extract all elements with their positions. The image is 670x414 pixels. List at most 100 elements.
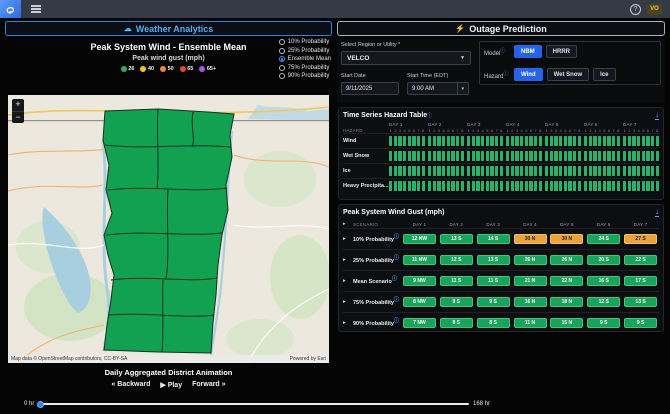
hazard-toggle[interactable]: Wind <box>514 68 543 81</box>
backward-button[interactable]: « Backward <box>111 381 150 389</box>
hazard-cell[interactable] <box>603 181 606 191</box>
hazard-cell[interactable] <box>500 136 503 146</box>
hazard-cell[interactable] <box>403 136 406 146</box>
gust-value-pill[interactable]: 16 N <box>514 297 547 307</box>
hazard-cell[interactable] <box>593 136 596 146</box>
hazard-cell[interactable] <box>467 166 470 176</box>
hazard-cell[interactable] <box>467 136 470 146</box>
hazard-toggle[interactable]: Ice <box>593 68 615 81</box>
hazard-cell[interactable] <box>442 151 445 161</box>
hazard-cell[interactable] <box>539 166 542 176</box>
hazard-cell[interactable] <box>490 181 493 191</box>
hazard-cell[interactable] <box>511 151 514 161</box>
hazard-cell[interactable] <box>472 136 475 146</box>
hazard-cell[interactable] <box>598 151 601 161</box>
timeline-track[interactable] <box>38 403 469 405</box>
hazard-cell[interactable] <box>506 166 509 176</box>
hazard-cell[interactable] <box>656 151 659 161</box>
hazard-cell[interactable] <box>486 136 489 146</box>
hazard-cell[interactable] <box>437 166 440 176</box>
hazard-cell[interactable] <box>628 166 631 176</box>
gust-value-pill[interactable]: 9 S <box>624 318 657 328</box>
download-icon[interactable]: ↓ <box>655 208 659 217</box>
gust-value-pill[interactable]: 22 N <box>550 276 583 286</box>
hazard-cell[interactable] <box>389 151 392 161</box>
hazard-cell[interactable] <box>584 166 587 176</box>
hazard-cell[interactable] <box>451 181 454 191</box>
hazard-cell[interactable] <box>433 166 436 176</box>
hazard-cell[interactable] <box>476 151 479 161</box>
forward-button[interactable]: Forward » <box>192 381 225 389</box>
scenario-info-icon[interactable]: ⓘ <box>394 318 399 324</box>
hazard-cell[interactable] <box>422 151 425 161</box>
hazard-cell[interactable] <box>559 136 562 146</box>
expand-row-icon[interactable]: ▸ <box>343 236 353 242</box>
hazard-cell[interactable] <box>422 181 425 191</box>
hazard-cell[interactable] <box>632 151 635 161</box>
gust-value-pill[interactable]: 21 N <box>514 276 547 286</box>
hazard-cell[interactable] <box>398 136 401 146</box>
hazard-cell[interactable] <box>545 136 548 146</box>
gust-value-pill[interactable]: 26 N <box>514 255 547 265</box>
hazard-cell[interactable] <box>525 181 528 191</box>
hazard-cell[interactable] <box>525 166 528 176</box>
hazard-cell[interactable] <box>428 181 431 191</box>
gust-value-pill[interactable]: 16 S <box>587 276 620 286</box>
hazard-cell[interactable] <box>550 166 553 176</box>
hazard-cell[interactable] <box>515 166 518 176</box>
hazard-cell[interactable] <box>456 166 459 176</box>
hazard-cell[interactable] <box>467 181 470 191</box>
user-avatar[interactable]: VO <box>647 4 662 15</box>
hazard-cell[interactable] <box>408 151 411 161</box>
gust-value-pill[interactable]: 17 S <box>624 276 657 286</box>
hazard-cell[interactable] <box>598 166 601 176</box>
gust-value-pill[interactable]: 30 N <box>514 234 547 244</box>
hazard-cell[interactable] <box>573 166 576 176</box>
hazard-cell[interactable] <box>529 136 532 146</box>
help-icon[interactable]: ? <box>630 4 641 15</box>
hazard-cell[interactable] <box>623 151 626 161</box>
hazard-cell[interactable] <box>642 136 645 146</box>
hazard-cell[interactable] <box>456 151 459 161</box>
probability-option[interactable]: Ensemble Mean <box>279 56 331 62</box>
expand-all-icon[interactable]: ▸ <box>343 221 353 227</box>
hazard-cell[interactable] <box>584 181 587 191</box>
hazard-cell[interactable] <box>584 136 587 146</box>
hazard-cell[interactable] <box>486 151 489 161</box>
hazard-cell[interactable] <box>568 166 571 176</box>
hazard-cell[interactable] <box>539 151 542 161</box>
hazard-info-icon[interactable]: ⓘ <box>503 71 508 77</box>
hazard-cell[interactable] <box>612 151 615 161</box>
hazard-cell[interactable] <box>637 181 640 191</box>
gust-value-pill[interactable]: 9 NW <box>403 276 436 286</box>
hazard-cell[interactable] <box>642 181 645 191</box>
gust-value-pill[interactable]: 13 S <box>624 297 657 307</box>
hazard-cell[interactable] <box>603 151 606 161</box>
hazard-cell[interactable] <box>529 151 532 161</box>
model-toggle[interactable]: NBM <box>514 45 542 58</box>
hazard-cell[interactable] <box>511 136 514 146</box>
hazard-cell[interactable] <box>607 151 610 161</box>
hazard-cell[interactable] <box>451 166 454 176</box>
hazard-cell[interactable] <box>637 151 640 161</box>
hazard-cell[interactable] <box>554 136 557 146</box>
hazard-cell[interactable] <box>598 181 601 191</box>
hazard-cell[interactable] <box>632 136 635 146</box>
hazard-cell[interactable] <box>589 181 592 191</box>
hazard-cell[interactable] <box>417 181 420 191</box>
gust-value-pill[interactable]: 12 S <box>587 297 620 307</box>
hazard-cell[interactable] <box>559 166 562 176</box>
hazard-cell[interactable] <box>417 136 420 146</box>
hazard-cell[interactable] <box>394 166 397 176</box>
hazard-cell[interactable] <box>408 181 411 191</box>
expand-row-icon[interactable]: ▸ <box>343 257 353 263</box>
hazard-cell[interactable] <box>651 166 654 176</box>
hazard-cell[interactable] <box>451 136 454 146</box>
hazard-cell[interactable] <box>554 166 557 176</box>
hazard-cell[interactable] <box>408 166 411 176</box>
hazard-cell[interactable] <box>461 181 464 191</box>
hazard-cell[interactable] <box>451 151 454 161</box>
hazard-cell[interactable] <box>515 181 518 191</box>
hazard-cell[interactable] <box>578 151 581 161</box>
hazard-cell[interactable] <box>515 151 518 161</box>
